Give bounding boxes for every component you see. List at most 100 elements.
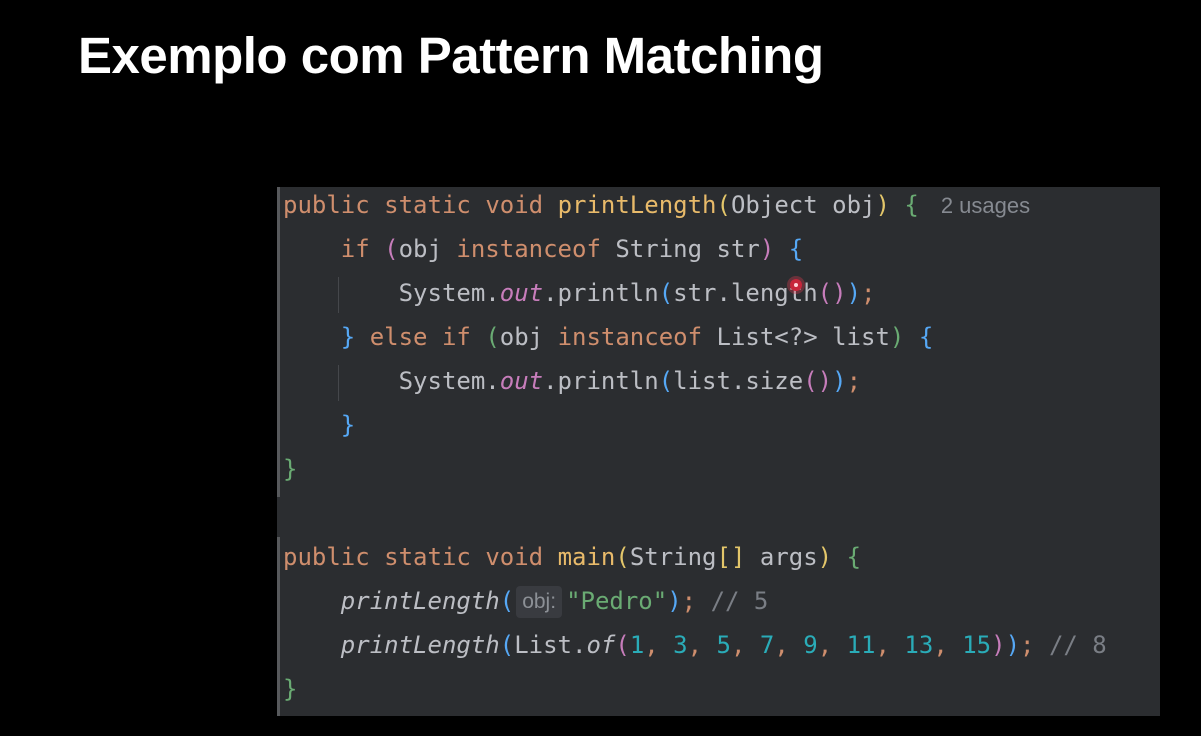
code-token: List<?> list — [702, 323, 890, 351]
code-token: () — [817, 279, 847, 307]
code-editor[interactable]: public static void printLength(Object ob… — [277, 187, 1160, 716]
code-token: ( — [499, 587, 515, 615]
code-token: , — [875, 631, 905, 659]
code-token: ( — [384, 235, 399, 263]
code-token: ; — [861, 279, 876, 307]
code-line[interactable]: System.out.println(list.size()); — [283, 361, 861, 401]
code-token: ( — [485, 323, 500, 351]
code-line[interactable]: printLength(obj: "Pedro"); // 5 — [283, 581, 768, 621]
code-token: printLength — [340, 587, 500, 615]
code-line[interactable]: System.out.println(str.length()); — [283, 273, 876, 313]
code-token: // 5 — [696, 587, 769, 615]
code-token: .println — [543, 279, 659, 307]
code-token: 15 — [962, 631, 992, 659]
code-token: ) — [667, 587, 682, 615]
mouse-cursor-indicator — [790, 279, 802, 291]
code-token: , — [644, 631, 674, 659]
code-token: obj — [499, 323, 558, 351]
code-token: ( — [615, 631, 630, 659]
code-token: } — [340, 411, 356, 439]
code-token: printLength — [340, 631, 500, 659]
code-token: List. — [514, 631, 587, 659]
code-line[interactable]: if (obj instanceof String str) { — [283, 229, 803, 269]
code-token: ( — [615, 543, 630, 571]
code-token: } — [283, 455, 298, 483]
code-token: instanceof — [456, 235, 601, 263]
code-token: , — [933, 631, 963, 659]
code-token: obj — [398, 235, 457, 263]
code-line[interactable]: public static void printLength(Object ob… — [283, 187, 1030, 225]
code-line[interactable]: } — [283, 405, 355, 445]
code-token: ( — [716, 191, 731, 219]
code-token: void — [485, 543, 544, 571]
code-token: ; — [846, 367, 862, 395]
code-token: 11 — [846, 631, 876, 659]
code-line[interactable]: printLength(List.of(1, 3, 5, 7, 9, 11, 1… — [283, 625, 1107, 665]
code-token: , — [817, 631, 847, 659]
code-token: { — [918, 323, 934, 351]
code-token: { — [904, 191, 919, 219]
code-token: static — [384, 543, 471, 571]
code-token: instanceof — [557, 323, 703, 351]
code-token: if — [340, 235, 370, 263]
code-line[interactable]: } — [283, 669, 297, 709]
code-token: String — [629, 543, 717, 571]
code-token: , — [687, 631, 717, 659]
usages-hint[interactable]: 2 usages — [941, 193, 1030, 218]
code-token: 1 — [629, 631, 645, 659]
code-token: 9 — [803, 631, 818, 659]
parameter-hint: obj: — [516, 586, 563, 618]
code-line[interactable]: public static void main(String[] args) { — [283, 537, 861, 577]
code-token: 13 — [904, 631, 934, 659]
code-token: args — [745, 543, 818, 571]
code-token: ) — [846, 279, 862, 307]
code-token: .println — [543, 367, 659, 395]
code-token: String str — [600, 235, 760, 263]
code-token: [] — [716, 543, 746, 571]
code-token: ( — [658, 279, 674, 307]
code-token: if — [441, 323, 471, 351]
code-token: out — [499, 367, 544, 395]
code-token: System. — [398, 279, 500, 307]
code-token: list.size — [673, 367, 804, 395]
code-token: { — [788, 235, 804, 263]
code-line[interactable]: } — [283, 449, 297, 489]
code-line[interactable]: } else if (obj instanceof List<?> list) … — [283, 317, 933, 357]
code-token: ) — [875, 191, 890, 219]
code-token: ( — [499, 631, 515, 659]
code-token: { — [846, 543, 862, 571]
code-token: 3 — [673, 631, 688, 659]
code-token: static — [384, 191, 471, 219]
code-token: , — [774, 631, 804, 659]
gutter-change-bar — [277, 537, 280, 716]
code-token: ) — [817, 543, 833, 571]
code-token: () — [803, 367, 833, 395]
gutter-change-bar — [277, 187, 280, 497]
code-token: // 8 — [1034, 631, 1107, 659]
code-token: ) — [759, 235, 775, 263]
code-token: ( — [658, 367, 674, 395]
slide-title: Exemplo com Pattern Matching — [78, 27, 824, 84]
code-token: ) — [1005, 631, 1021, 659]
code-token: System. — [398, 367, 500, 395]
code-token: of — [586, 631, 616, 659]
code-token: , — [730, 631, 760, 659]
code-token: ) — [832, 367, 847, 395]
